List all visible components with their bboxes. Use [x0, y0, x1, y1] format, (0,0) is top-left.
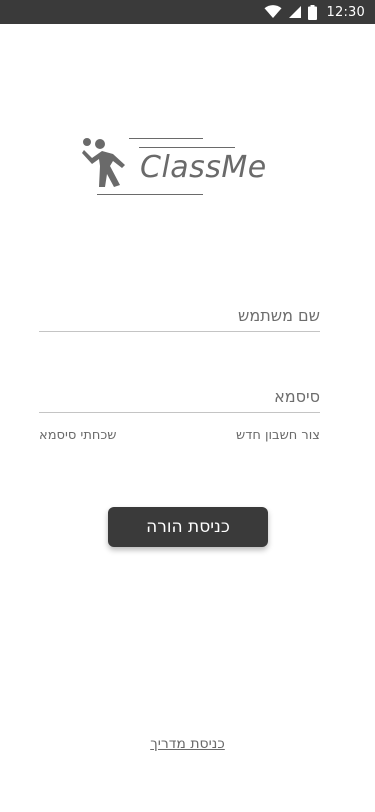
username-input[interactable] [39, 306, 320, 325]
battery-icon [307, 4, 317, 20]
brand-name: ClassMe [140, 150, 267, 185]
login-screen: 12:30 ClassMe צור חשבון חדש שכחתי סיסמא … [0, 0, 375, 812]
status-bar: 12:30 [0, 0, 375, 24]
logo-line [97, 194, 203, 195]
parent-login-button[interactable]: כניסת הורה [108, 507, 268, 547]
username-field[interactable] [39, 291, 320, 332]
password-field[interactable] [39, 372, 320, 413]
instructor-login-link[interactable]: כניסת מדריך [150, 736, 225, 752]
create-account-link[interactable]: צור חשבון חדש [236, 428, 320, 443]
volleyball-player-icon [80, 136, 130, 192]
app-logo: ClassMe [80, 134, 280, 200]
status-time: 12:30 [326, 4, 365, 20]
logo-line [129, 138, 203, 139]
logo-line [139, 147, 235, 148]
account-links: צור חשבון חדש שכחתי סיסמא [39, 428, 320, 448]
instructor-login-container: כניסת מדריך [0, 733, 375, 752]
status-icons: 12:30 [264, 0, 365, 24]
password-input[interactable] [39, 387, 320, 406]
forgot-password-link[interactable]: שכחתי סיסמא [39, 428, 116, 443]
cellular-signal-icon [288, 5, 302, 19]
wifi-icon [264, 5, 282, 19]
